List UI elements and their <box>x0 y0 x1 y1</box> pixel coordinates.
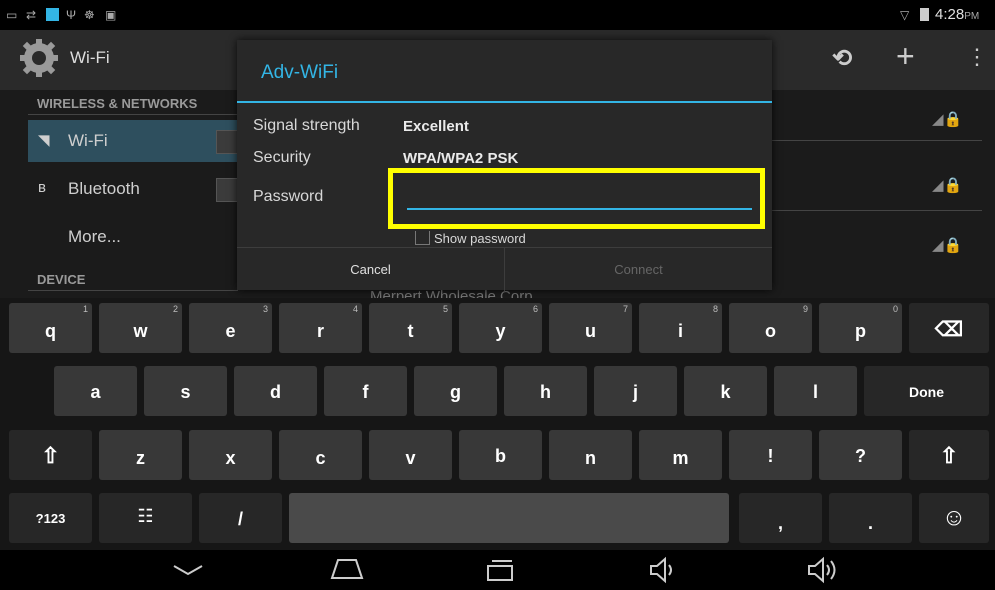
backspace-key[interactable]: ⌫ <box>909 303 989 353</box>
key-t[interactable]: 5t <box>369 303 452 353</box>
key-g[interactable]: g <box>414 366 497 416</box>
key-e[interactable]: 3e <box>189 303 272 353</box>
signal-strength-value: Excellent <box>403 118 469 135</box>
slash-key[interactable]: / <box>199 493 282 543</box>
usb-icon: ⇄ <box>26 8 37 22</box>
divider <box>28 114 238 115</box>
comma-key[interactable]: , <box>739 493 822 543</box>
key-h[interactable]: h <box>504 366 587 416</box>
key-q[interactable]: 1q <box>9 303 92 353</box>
key-i[interactable]: 8i <box>639 303 722 353</box>
security-label: Security <box>253 149 311 166</box>
add-network-icon[interactable]: + <box>896 38 915 75</box>
done-key[interactable]: Done <box>864 366 989 416</box>
key-o[interactable]: 9o <box>729 303 812 353</box>
shift-icon: ⇧ <box>41 443 60 468</box>
key-x[interactable]: x <box>189 430 272 480</box>
password-highlight-box <box>388 168 765 229</box>
spacebar[interactable] <box>289 493 729 543</box>
cancel-button[interactable]: Cancel <box>237 247 505 291</box>
key-m[interactable]: m <box>639 430 722 480</box>
keyboard-settings-key[interactable]: ☷ <box>99 493 192 543</box>
connect-button[interactable]: Connect <box>505 247 772 291</box>
key-u[interactable]: 7u <box>549 303 632 353</box>
shift-key-left[interactable]: ⇧ <box>9 430 92 480</box>
key-j[interactable]: j <box>594 366 677 416</box>
wifi-lock-icon[interactable]: ◢🔒 <box>932 110 962 128</box>
hide-keyboard-icon[interactable] <box>172 562 204 578</box>
overflow-menu-icon[interactable]: ⋮ <box>966 44 988 70</box>
navigation-bar <box>0 550 995 590</box>
key-l[interactable]: l <box>774 366 857 416</box>
key-w[interactable]: 2w <box>99 303 182 353</box>
wifi-connect-dialog: Adv-WiFi Signal strength Excellent Secur… <box>237 40 772 291</box>
key-n[interactable]: n <box>549 430 632 480</box>
gear-icon[interactable] <box>18 37 60 79</box>
dialog-title: Adv-WiFi <box>261 62 339 83</box>
section-header-device: DEVICE <box>37 272 86 287</box>
shift-icon: ⇧ <box>939 443 959 468</box>
key-a[interactable]: a <box>54 366 137 416</box>
security-value: WPA/WPA2 PSK <box>403 150 519 167</box>
sidebar-item-bluetooth[interactable]: ʙ Bluetooth <box>28 168 240 210</box>
key-exclamation[interactable]: ! <box>729 430 812 480</box>
recents-icon[interactable] <box>484 556 516 584</box>
key-b[interactable]: b <box>459 430 542 480</box>
emoji-icon: ☺ <box>941 504 967 531</box>
wifi-lock-icon[interactable]: ◢🔒 <box>932 236 962 254</box>
page-title: Wi-Fi <box>70 48 110 67</box>
sidebar-item-wifi[interactable]: ◥ Wi-Fi <box>28 120 240 162</box>
key-p[interactable]: 0p <box>819 303 902 353</box>
sidebar-item-more[interactable]: More... <box>28 216 238 258</box>
key-r[interactable]: 4r <box>279 303 362 353</box>
key-c[interactable]: c <box>279 430 362 480</box>
wps-icon[interactable]: ⟲ <box>832 44 852 73</box>
bluetooth-icon: ʙ <box>38 179 46 196</box>
section-header-wireless: WIRELESS & NETWORKS <box>37 96 198 111</box>
key-y[interactable]: 6y <box>459 303 542 353</box>
home-icon[interactable] <box>326 556 368 582</box>
backspace-icon: ⌫ <box>934 319 964 341</box>
sidebar-item-label: More... <box>68 227 121 246</box>
key-v[interactable]: v <box>369 430 452 480</box>
volume-up-icon[interactable] <box>806 556 840 584</box>
key-question[interactable]: ? <box>819 430 902 480</box>
period-key[interactable]: . <box>829 493 912 543</box>
volume-down-icon[interactable] <box>648 556 678 584</box>
clock: 4:28PM <box>935 6 980 23</box>
battery-icon <box>920 8 929 21</box>
wifi-lock-icon[interactable]: ◢🔒 <box>932 176 962 194</box>
wifi-signal-icon: ▽ <box>900 8 910 22</box>
symbols-key[interactable]: ?123 <box>9 493 92 543</box>
status-bar: ▭ ⇄ Ψ ☸ ▣ ▽ 4:28PM <box>0 0 995 30</box>
screen-icon: ▭ <box>6 8 18 22</box>
key-d[interactable]: d <box>234 366 317 416</box>
soft-keyboard: 1q 2w 3e 4r 5t 6y 7u 8i 9o 0p ⌫ a s d f … <box>0 298 995 550</box>
settings-sliders-icon: ☷ <box>137 506 154 526</box>
password-label: Password <box>253 188 324 205</box>
divider <box>772 140 982 141</box>
show-password-label[interactable]: Show password <box>434 231 526 246</box>
shift-key-right[interactable]: ⇧ <box>909 430 989 480</box>
key-s[interactable]: s <box>144 366 227 416</box>
bag-icon: ▣ <box>105 8 117 22</box>
key-k[interactable]: k <box>684 366 767 416</box>
show-password-checkbox[interactable] <box>415 231 430 245</box>
android-icon: ☸ <box>84 8 95 22</box>
signal-strength-label: Signal strength <box>253 117 360 134</box>
divider <box>28 290 238 291</box>
sidebar-item-label: Wi-Fi <box>68 131 108 150</box>
sidebar-item-label: Bluetooth <box>68 179 140 198</box>
key-z[interactable]: z <box>99 430 182 480</box>
key-f[interactable]: f <box>324 366 407 416</box>
keyboard-icon <box>46 8 59 21</box>
divider <box>772 210 982 211</box>
title-divider <box>237 101 772 103</box>
wifi-icon: ◥ <box>38 132 50 149</box>
usb-debug-icon: Ψ <box>66 8 77 22</box>
emoji-key[interactable]: ☺ <box>919 493 989 543</box>
